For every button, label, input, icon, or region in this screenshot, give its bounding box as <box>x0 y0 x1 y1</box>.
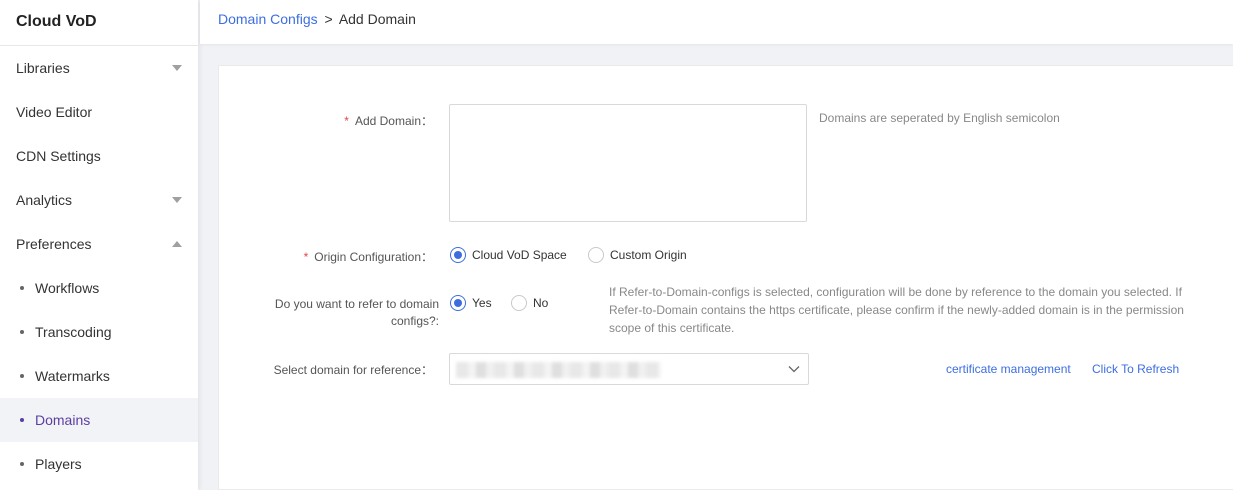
bullet-icon <box>20 462 24 466</box>
reference-domain-label: Select domain for reference： <box>273 363 433 377</box>
refer-hint-line: scope of this certificate. <box>609 321 735 335</box>
origin-radio-custom-origin[interactable]: Custom Origin <box>588 247 687 263</box>
chevron-down-icon <box>172 178 182 222</box>
sidebar-item-label: Players <box>35 456 82 472</box>
chevron-up-icon <box>172 222 182 266</box>
radio-checked-icon <box>450 295 466 311</box>
reference-domain-select[interactable] <box>449 353 809 385</box>
sidebar-menu: Libraries Video Editor CDN Settings Anal… <box>0 46 198 486</box>
sidebar-item-label: Transcoding <box>35 324 112 340</box>
chevron-down-icon <box>172 46 182 90</box>
breadcrumb: Domain Configs > Add Domain <box>218 11 416 27</box>
sidebar-item-label: Analytics <box>16 192 73 208</box>
sidebar-subitem-workflows[interactable]: Workflows <box>0 266 198 310</box>
radio-label: Custom Origin <box>610 248 687 262</box>
sidebar-item-label: CDN Settings <box>16 148 101 164</box>
top-header: Domain Configs > Add Domain <box>200 0 1233 44</box>
sidebar-subitem-domains[interactable]: Domains <box>0 398 198 442</box>
sidebar-subitem-players[interactable]: Players <box>0 442 198 486</box>
refer-hint-line: If Refer-to-Domain-configs is selected, … <box>609 285 1182 299</box>
required-mark: * <box>303 250 309 264</box>
sidebar-item-preferences[interactable]: Preferences <box>0 222 198 266</box>
add-domain-hint: Domains are seperated by English semicol… <box>819 111 1060 125</box>
add-domain-form: * Add Domain： Domains are seperated by En… <box>218 65 1233 490</box>
app-title: Cloud VoD <box>0 0 198 46</box>
sidebar-item-video-editor[interactable]: Video Editor <box>0 90 198 134</box>
add-domain-label: * Add Domain： <box>219 112 433 129</box>
chevron-down-icon <box>788 354 800 384</box>
add-domain-label-text: Add Domain： <box>354 114 433 128</box>
add-domain-textarea[interactable] <box>449 104 807 222</box>
sidebar-item-label: Video Editor <box>16 104 93 120</box>
refer-domain-hint: If Refer-to-Domain-configs is selected, … <box>609 283 1233 337</box>
sidebar-item-libraries[interactable]: Libraries <box>0 46 198 90</box>
origin-radio-cloud-vod-space[interactable]: Cloud VoD Space <box>450 247 567 263</box>
origin-config-label-text: Origin Configuration： <box>314 250 433 264</box>
radio-checked-icon <box>450 247 466 263</box>
bullet-icon <box>20 330 24 334</box>
radio-label: Cloud VoD Space <box>472 248 567 262</box>
sidebar-item-label: Preferences <box>16 236 92 252</box>
sidebar-item-label: Watermarks <box>35 368 110 384</box>
required-mark: * <box>344 114 349 128</box>
radio-label: No <box>533 296 549 310</box>
sidebar-item-label: Domains <box>35 412 91 428</box>
bullet-icon <box>20 374 24 378</box>
radio-unchecked-icon <box>511 295 527 311</box>
refer-domain-label: Do you want to refer to domain configs?: <box>219 296 439 330</box>
sidebar-item-analytics[interactable]: Analytics <box>0 178 198 222</box>
sidebar-item-cdn-settings[interactable]: CDN Settings <box>0 134 198 178</box>
sidebar-subitem-transcoding[interactable]: Transcoding <box>0 310 198 354</box>
origin-config-label: * Origin Configuration： <box>219 248 433 265</box>
refer-radio-no[interactable]: No <box>511 295 548 311</box>
sidebar-item-label: Libraries <box>16 60 70 76</box>
refer-radio-yes[interactable]: Yes <box>450 295 492 311</box>
sidebar-item-label: Workflows <box>35 280 100 296</box>
sidebar: Cloud VoD Libraries Video Editor CDN Set… <box>0 0 198 490</box>
breadcrumb-current: Add Domain <box>338 11 416 27</box>
bullet-icon <box>20 418 24 422</box>
breadcrumb-domain-configs-link[interactable]: Domain Configs <box>218 11 318 27</box>
bullet-icon <box>20 286 24 290</box>
click-to-refresh-link[interactable]: Click To Refresh <box>1092 362 1179 376</box>
refer-domain-label-line1: Do you want to refer to domain <box>274 297 439 311</box>
breadcrumb-separator: > <box>324 11 333 27</box>
sidebar-subitem-watermarks[interactable]: Watermarks <box>0 354 198 398</box>
radio-unchecked-icon <box>588 247 604 263</box>
refer-hint-line: Refer-to-Domain contains the https certi… <box>609 303 1184 317</box>
certificate-management-link[interactable]: certificate management <box>946 362 1071 376</box>
radio-label: Yes <box>472 296 492 310</box>
refer-domain-label-line2: configs?: <box>390 314 439 328</box>
obscured-domain-value <box>456 362 661 378</box>
